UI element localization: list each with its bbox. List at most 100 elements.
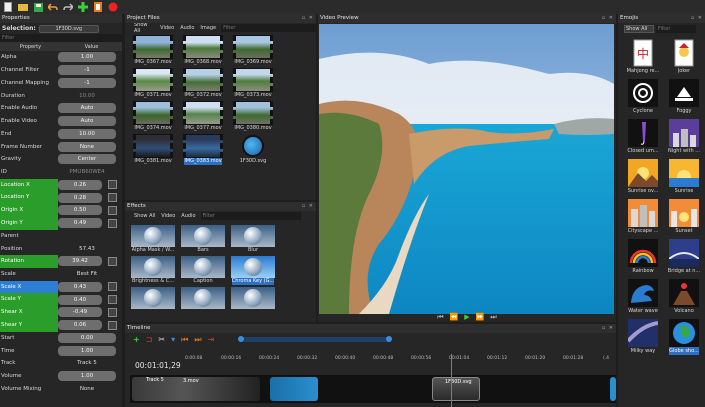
emoji-item[interactable]: Milky way [624,319,662,355]
razor-icon[interactable]: ✂ [158,335,165,344]
snapping-icon[interactable]: ⊐ [146,335,153,344]
emoji-item-selected[interactable]: Globe sho... [665,319,703,355]
redo-icon[interactable] [63,2,73,12]
file-item[interactable]: IMG_0374.mov [131,101,175,132]
emoji-item[interactable]: 中 Mahjong re... [624,39,662,75]
emoji-item[interactable]: Cyclone [624,79,662,115]
prop-value[interactable]: 1.00 [58,371,116,382]
jump-start-icon[interactable]: ⏮ [437,313,443,322]
file-item[interactable]: IMG_0377.mov [181,101,225,132]
file-item[interactable]: IMG_0369.mov [231,35,275,66]
fast-forward-icon[interactable]: ⏩ [476,313,485,321]
emoji-item[interactable]: Cityscape ... [624,199,662,235]
emoji-item[interactable]: Foggy [665,79,703,115]
prop-value[interactable]: -0.49 [58,307,102,318]
emoji-item[interactable]: Sunrise [665,159,703,195]
effect-item[interactable] [131,287,175,309]
prop-value[interactable]: -1 [58,77,116,88]
prop-row-volume[interactable]: Volume 1.00 [0,370,122,383]
file-item[interactable]: IMG_0373.mov [231,68,275,99]
prop-value[interactable]: 0.06 [58,320,102,331]
add-marker-icon[interactable]: ▾ [171,335,175,344]
emoji-category-dropdown[interactable]: Show All [624,25,654,33]
tab-show-all[interactable]: Show All [133,213,156,219]
prop-row-start[interactable]: Start 0.00 [0,332,122,345]
keyframe-icon[interactable] [108,180,117,190]
file-item-selected[interactable]: IMG_0383.mov [181,134,225,165]
file-item[interactable]: IMG_0371.mov [131,68,175,99]
next-marker-icon[interactable]: ⏭ [194,335,201,345]
tab-audio[interactable]: Audio [179,25,195,31]
prop-value[interactable]: 57.43 [58,244,116,254]
video-frame[interactable] [319,24,614,314]
tab-show-all[interactable]: Show All [133,22,155,34]
previous-marker-icon[interactable]: ⏮ [181,335,188,345]
effect-item[interactable]: Bars [181,225,225,254]
add-track-icon[interactable]: + [133,335,140,344]
keyframe-icon[interactable] [108,320,117,330]
prop-value[interactable]: 39.42 [58,256,102,267]
prop-value[interactable]: 0.49 [58,218,102,229]
file-item[interactable]: IMG_0372.mov [181,68,225,99]
prop-value[interactable]: None [58,384,116,394]
prop-value[interactable]: 0.26 [58,179,102,190]
add-icon[interactable] [78,2,88,12]
file-item[interactable]: IMG_0381.mov [131,134,175,165]
prop-value[interactable]: -1 [58,65,116,76]
prop-row-origin-y[interactable]: Origin Y 0.49 [0,216,122,230]
keyframe-icon[interactable] [108,205,117,215]
file-item[interactable]: IMG_0368.mov [181,35,225,66]
playhead[interactable] [451,354,452,407]
prop-row-channel-filter[interactable]: Channel Filter -1 [0,64,122,77]
prop-value[interactable]: 0.28 [58,192,102,203]
selection-dropdown[interactable]: 1F30D.svg [38,24,99,33]
keyframe-icon[interactable] [108,193,117,203]
play-icon[interactable]: ▶ [464,313,469,321]
keyframe-icon[interactable] [108,256,117,266]
properties-filter-input[interactable]: Filter [0,34,122,43]
tab-video[interactable]: Video [160,213,176,219]
prop-row-gravity[interactable]: Gravity Center [0,153,122,166]
prop-value[interactable]: Auto [58,116,116,127]
prop-row-frame-number[interactable]: Frame Number None [0,140,122,153]
prop-row-track[interactable]: Track Track 5 [0,357,122,370]
emoji-item[interactable]: Volcano [665,279,703,315]
prop-row-volume-mixing[interactable]: Volume Mixing None [0,383,122,396]
undo-icon[interactable] [48,2,58,12]
prop-value[interactable]: Center [58,154,116,165]
prop-value[interactable]: 0.00 [58,332,116,343]
rewind-icon[interactable]: ⏪ [450,313,459,321]
effect-item[interactable]: Caption [181,256,225,285]
zoom-slider[interactable] [238,336,392,342]
export-film-icon[interactable] [93,2,103,12]
effect-item[interactable]: Brightness & C... [131,256,175,285]
prop-row-shear-y[interactable]: Shear Y 0.06 [0,318,122,332]
emoji-filter-input[interactable]: Filter [656,25,696,33]
timeline-clip[interactable] [610,377,616,401]
prop-row-location-x[interactable]: Location X 0.26 [0,178,122,192]
effect-item[interactable] [181,287,225,309]
timeline-clip-selected[interactable]: 1F30D.svg [432,377,480,401]
effect-item-selected[interactable]: Chroma Key (G... [231,256,275,285]
effect-item[interactable] [231,287,275,309]
emoji-item[interactable]: Rainbow [624,239,662,275]
tab-audio[interactable]: Audio [180,213,196,219]
panel-controls-icon[interactable]: ▫ ✕ [691,14,703,23]
prop-value[interactable]: Best Fit [58,269,116,279]
effect-item[interactable]: Blur [231,225,275,254]
keyframe-icon[interactable] [108,307,117,317]
emoji-item[interactable]: Bridge at n... [665,239,703,275]
jump-end-icon[interactable]: ⏭ [490,313,496,322]
save-icon[interactable] [33,2,43,12]
center-timeline-icon[interactable]: ⇥ [208,335,215,344]
panel-controls-icon[interactable]: ▫ ✕ [602,324,614,333]
prop-row-enable-audio[interactable]: Enable Audio Auto [0,102,122,115]
panel-controls-icon[interactable]: ▫ ✕ [302,202,314,211]
prop-value[interactable] [58,231,116,241]
tab-image[interactable]: Image [199,25,217,31]
prop-row-shear-x[interactable]: Shear X -0.49 [0,306,122,319]
keyframe-icon[interactable] [108,282,117,292]
prop-row-location-y[interactable]: Location Y 0.28 [0,191,122,204]
keyframe-icon[interactable] [108,295,117,305]
prop-row-time[interactable]: Time 1.00 [0,344,122,357]
